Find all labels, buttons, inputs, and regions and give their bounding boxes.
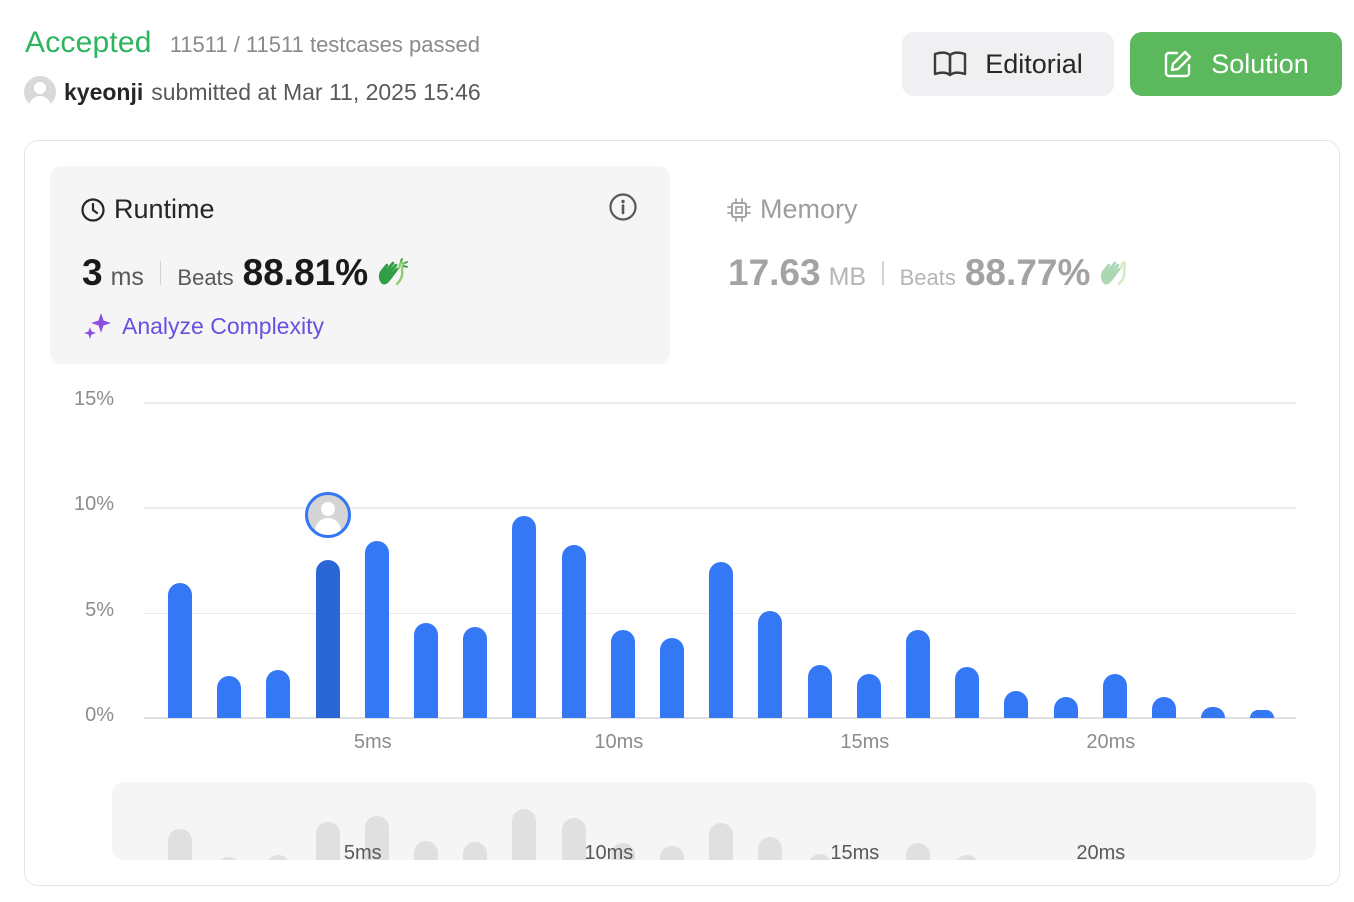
minimap-bar [758,837,783,860]
runtime-bar[interactable] [512,515,537,718]
runtime-title: Runtime [80,194,215,225]
minimap-bar [266,855,291,860]
clap-icon [379,258,409,286]
runtime-bar[interactable] [906,629,930,718]
y-tick-label: 15% [73,388,114,410]
runtime-bar[interactable] [1250,709,1275,718]
runtime-bar[interactable] [168,583,192,718]
clock-icon [81,197,105,222]
minimap-tick-label: 20ms [1076,842,1126,864]
info-icon[interactable] [608,192,638,227]
minimap-bar [168,829,192,860]
x-tick-label: 20ms [1086,731,1136,753]
runtime-unit: ms [110,263,144,291]
edit-icon [1165,50,1192,78]
memory-values: 17.63 MB Beats 88.77% [728,252,1130,294]
runtime-bar[interactable] [807,665,832,718]
runtime-bar[interactable] [1152,696,1176,718]
user-avatar[interactable] [24,76,56,108]
submission-status: Accepted 11511 / 11511 testcases passed [25,26,480,60]
divider [159,261,162,285]
runtime-bar[interactable] [610,629,635,718]
minimap-bar [217,857,242,860]
runtime-bar[interactable] [660,637,684,718]
memory-tab[interactable]: Memory [726,194,858,225]
runtime-values: 3 ms Beats 88.81% [82,252,409,294]
sparkle-icon [84,313,111,339]
minimap-bar [512,808,537,860]
minimap-bar [660,845,684,860]
chip-icon [727,197,751,222]
memory-value: 17.63 [728,252,821,293]
minimap-bar [709,822,734,860]
runtime-value: 3 [82,252,103,293]
minimap-bar [414,841,438,860]
divider [882,261,884,285]
y-tick-label: 0% [85,704,114,726]
runtime-beats-label: Beats [177,265,234,290]
minimap-bar [463,842,488,860]
editorial-label: Editorial [985,48,1083,79]
selected-runtime-bar[interactable] [315,560,340,718]
memory-unit: MB [828,263,867,291]
minimap-bar [807,854,832,860]
minimap-tick-label: 10ms [584,842,634,864]
runtime-bar[interactable] [1102,673,1127,718]
runtime-bar[interactable] [1053,696,1078,718]
runtime-beats-percent: 88.81% [242,252,369,293]
submission-info: kyeonji submitted at Mar 11, 2025 15:46 [24,76,481,108]
chart-range-selector[interactable] [112,782,1316,860]
minimap-bar [906,843,930,860]
minimap-bar [561,817,586,860]
memory-beats-percent: 88.77% [964,252,1091,293]
user-submission-marker [304,492,351,538]
runtime-bar[interactable] [1201,707,1226,718]
runtime-bar[interactable] [364,541,389,718]
minimap-tick-label: 5ms [343,842,382,864]
x-tick-label: 15ms [840,731,890,753]
runtime-bar[interactable] [709,562,734,718]
y-tick-label: 5% [85,598,114,621]
x-tick-label: 5ms [353,731,392,753]
runtime-label: Runtime [114,194,215,224]
runtime-bar[interactable] [758,610,783,718]
runtime-bar[interactable] [414,623,438,718]
minimap-bar [315,822,340,860]
runtime-bar[interactable] [955,667,980,718]
runtime-bar[interactable] [1004,690,1029,718]
runtime-bar[interactable] [217,675,242,718]
editorial-button[interactable]: Editorial [902,32,1114,96]
clap-icon [1101,261,1127,286]
y-tick-label: 10% [73,493,114,516]
runtime-bar[interactable] [266,669,291,718]
memory-label: Memory [760,194,858,224]
runtime-bar[interactable] [463,627,488,718]
solution-button[interactable]: Solution [1130,32,1342,96]
testcases-passed: 11511 / 11511 testcases passed [169,32,480,57]
minimap-tick-label: 15ms [830,842,880,864]
memory-beats-label: Beats [899,265,956,290]
accepted-status: Accepted [25,26,152,59]
grid-line [144,402,1296,404]
book-icon [934,51,967,77]
minimap-bar [955,854,980,860]
runtime-bar[interactable] [856,673,881,718]
username-link[interactable]: kyeonji [64,79,143,106]
x-tick-label: 10ms [594,731,644,753]
solution-label: Solution [1211,48,1309,79]
submitted-time: submitted at Mar 11, 2025 15:46 [151,78,481,105]
runtime-bar[interactable] [561,545,586,718]
analyze-complexity-link[interactable]: Analyze Complexity [84,312,324,340]
analyze-label: Analyze Complexity [122,312,324,339]
